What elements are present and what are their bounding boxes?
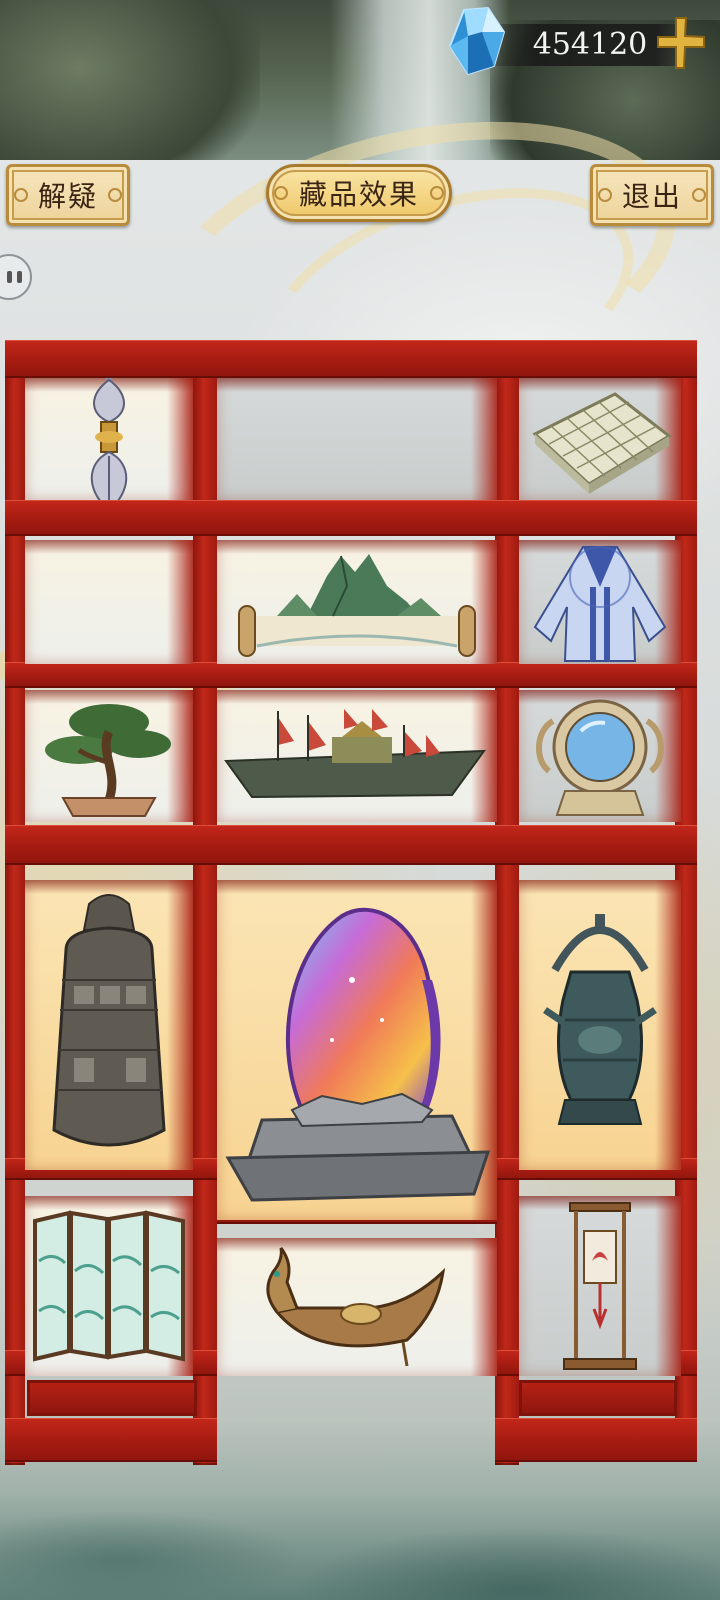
shelf-slot-mirror[interactable]	[519, 690, 681, 822]
currency-amount: 454120	[532, 27, 648, 62]
currency-bar: 454120	[448, 6, 708, 76]
shelf-slot-treasure-ship[interactable]	[217, 690, 497, 822]
hint-button[interactable]: 解疑	[6, 164, 130, 226]
exit-button[interactable]: 退出	[590, 164, 714, 226]
shelf-slot-lantern[interactable]	[519, 1196, 681, 1376]
collection-effect-button[interactable]: 藏品效果	[266, 164, 452, 222]
shelf-slot-folding-screen[interactable]	[25, 1196, 193, 1376]
bell-icon	[52, 894, 166, 1147]
mirror-icon	[535, 699, 665, 816]
shelf-slot-empty-2[interactable]	[25, 540, 193, 664]
exit-button-label: 退出	[621, 180, 682, 213]
bronze-pot-icon	[543, 914, 657, 1125]
add-currency-button[interactable]	[656, 16, 706, 70]
shelf-slot-rainbow-stone[interactable]	[217, 880, 497, 1220]
collection-effect-label: 藏品效果	[298, 178, 419, 211]
lantern-icon	[563, 1202, 637, 1370]
shelf-slot-empty-1[interactable]	[217, 378, 497, 500]
shelf-slot-bonsai[interactable]	[25, 690, 193, 822]
rainbow-crystal-icon	[225, 907, 491, 1202]
shelf-slot-dragon-boat[interactable]	[217, 1238, 497, 1376]
shelf-slot-go-board[interactable]	[519, 378, 681, 500]
go-board-icon	[532, 392, 672, 494]
gem-icon	[448, 6, 506, 76]
bonsai-icon	[45, 704, 171, 817]
background-waves	[0, 1420, 720, 1600]
shelf-slot-vajra[interactable]	[25, 378, 193, 500]
dragon-boat-icon	[266, 1247, 446, 1367]
robe-icon	[533, 546, 667, 662]
shelf-slot-landscape-scroll[interactable]	[217, 540, 497, 664]
hint-button-label: 解疑	[37, 180, 98, 213]
shelf-slot-robe[interactable]	[519, 540, 681, 664]
vajra-icon	[90, 378, 128, 500]
junk-ship-icon	[224, 709, 487, 799]
scroll-painting-icon	[238, 554, 476, 657]
pause-icon	[6, 271, 12, 283]
shelf-slot-bronze-pot[interactable]	[519, 880, 681, 1170]
folding-screen-icon	[33, 1210, 185, 1362]
shelf-slot-bell[interactable]	[25, 880, 193, 1170]
